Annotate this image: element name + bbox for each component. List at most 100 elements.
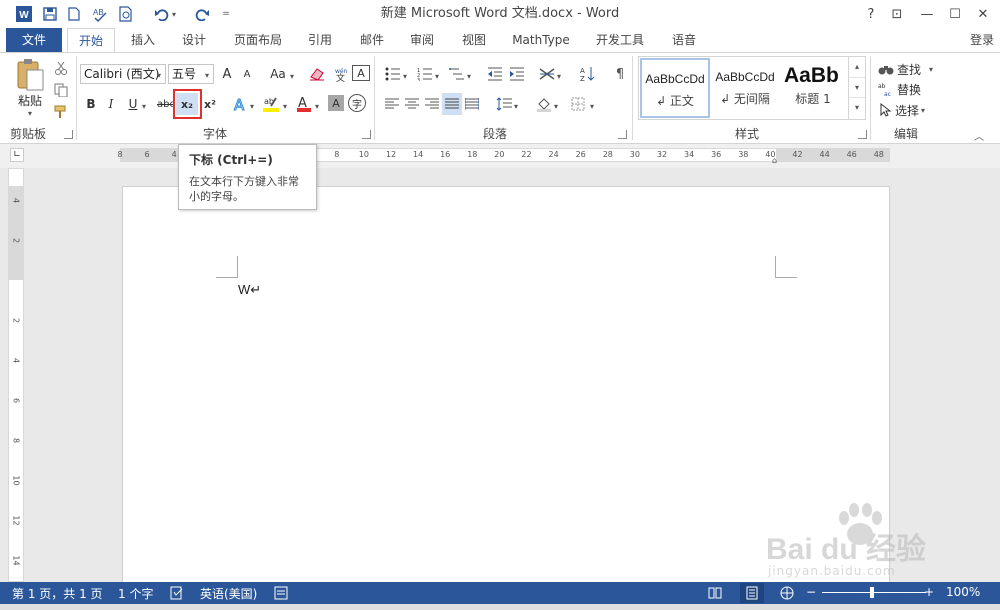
maximize-button[interactable]: ☐ <box>942 4 968 24</box>
style-no-spacing[interactable]: AaBbCcDd ↲ 无间隔 <box>710 58 780 118</box>
font-name-combo[interactable]: Calibri (西文) <box>80 64 166 84</box>
zoom-out-button[interactable]: − <box>806 585 816 599</box>
shading-dropdown-icon[interactable]: ▾ <box>554 98 558 112</box>
styles-down-icon[interactable]: ▾ <box>849 77 865 97</box>
help-button[interactable]: ? <box>858 4 884 24</box>
paste-dropdown-icon[interactable]: ▾ <box>14 109 46 118</box>
font-launcher-icon[interactable] <box>362 130 371 139</box>
sort-icon[interactable]: AZ <box>578 63 598 85</box>
justify-icon[interactable] <box>442 93 462 115</box>
multilevel-list-icon[interactable] <box>446 63 468 85</box>
align-right-icon[interactable] <box>422 93 442 115</box>
align-left-icon[interactable] <box>382 93 402 115</box>
underline-button[interactable]: U <box>124 93 142 115</box>
replace-button[interactable]: ab ac 替换 <box>878 78 942 100</box>
print-preview-icon[interactable] <box>116 5 136 23</box>
zoom-in-button[interactable]: + <box>924 585 934 599</box>
chinese-layout-dropdown-icon[interactable]: ▾ <box>557 68 561 82</box>
format-painter-icon[interactable] <box>52 101 70 123</box>
cut-icon[interactable] <box>52 57 70 79</box>
chinese-layout-icon[interactable] <box>536 63 558 85</box>
char-shading-button[interactable]: A <box>328 95 344 111</box>
read-mode-icon[interactable] <box>708 586 722 600</box>
line-spacing-dropdown-icon[interactable]: ▾ <box>514 98 518 112</box>
style-heading-1[interactable]: AaBb 标题 1 <box>780 58 846 118</box>
multilevel-dropdown-icon[interactable]: ▾ <box>467 68 471 82</box>
superscript-button[interactable]: x² <box>200 93 220 115</box>
login-link[interactable]: 登录 <box>964 28 1000 52</box>
proofing-icon[interactable] <box>170 586 184 600</box>
right-indent-marker-icon[interactable]: ⌂ <box>772 156 777 165</box>
macro-record-icon[interactable] <box>274 586 288 600</box>
numbering-icon[interactable]: 123 <box>414 63 436 85</box>
print-layout-icon[interactable] <box>740 583 764 603</box>
underline-dropdown-icon[interactable]: ▾ <box>142 98 146 112</box>
font-color-icon[interactable]: A <box>294 93 314 115</box>
font-name-dropdown-icon[interactable]: ▾ <box>157 67 161 81</box>
collapse-ribbon-icon[interactable]: ︿ <box>974 128 984 143</box>
tab-layout[interactable]: 页面布局 <box>226 28 290 52</box>
paste-button[interactable]: 粘贴 ▾ <box>14 58 50 118</box>
increase-indent-icon[interactable] <box>506 63 528 85</box>
select-button[interactable]: 选择 ▾ <box>878 99 942 121</box>
tab-mathtype[interactable]: MathType <box>506 28 576 52</box>
font-size-dropdown-icon[interactable]: ▾ <box>205 67 209 81</box>
style-normal[interactable]: AaBbCcDd ↲ 正文 <box>640 58 710 118</box>
save-icon[interactable] <box>40 5 60 23</box>
grow-font-button[interactable]: A <box>218 63 236 85</box>
select-dropdown-icon[interactable]: ▾ <box>921 106 925 115</box>
new-document-icon[interactable] <box>64 5 84 23</box>
close-button[interactable]: ✕ <box>970 4 996 24</box>
find-button[interactable]: 查找 ▾ <box>878 58 942 80</box>
zoom-slider-thumb[interactable] <box>870 587 874 598</box>
tab-review[interactable]: 审阅 <box>402 28 442 52</box>
highlight-dropdown-icon[interactable]: ▾ <box>283 98 287 112</box>
bold-button[interactable]: B <box>82 93 100 115</box>
tab-insert[interactable]: 插入 <box>124 28 162 52</box>
tab-home[interactable]: 开始 <box>67 28 115 53</box>
tab-selector-icon[interactable]: ∟ <box>10 148 24 162</box>
phonetic-guide-icon[interactable]: wén 文 <box>330 63 352 85</box>
word-logo-icon[interactable]: W <box>14 5 34 23</box>
italic-button[interactable]: I <box>102 93 120 115</box>
align-center-icon[interactable] <box>402 93 422 115</box>
styles-more-icon[interactable]: ▾ <box>849 97 865 117</box>
paragraph-launcher-icon[interactable] <box>618 130 627 139</box>
tab-references[interactable]: 引用 <box>300 28 340 52</box>
clear-formatting-icon[interactable] <box>306 63 328 85</box>
show-marks-icon[interactable]: ¶ <box>610 63 630 85</box>
text-effects-icon[interactable]: A <box>230 93 250 115</box>
numbering-dropdown-icon[interactable]: ▾ <box>435 68 439 82</box>
spelling-check-icon[interactable]: AB <box>90 5 110 23</box>
shading-icon[interactable] <box>534 93 554 115</box>
decrease-indent-icon[interactable] <box>484 63 506 85</box>
minimize-button[interactable]: — <box>914 4 940 24</box>
change-case-button[interactable]: Aa <box>266 63 290 85</box>
ribbon-display-button[interactable]: ⊡ <box>884 4 910 24</box>
char-border-button[interactable]: A <box>352 65 370 81</box>
customize-qat-icon[interactable]: = <box>216 5 236 23</box>
web-layout-icon[interactable] <box>780 586 794 600</box>
distributed-icon[interactable] <box>462 93 482 115</box>
change-case-dropdown-icon[interactable]: ▾ <box>290 68 294 82</box>
redo-icon[interactable] <box>192 5 212 23</box>
tab-view[interactable]: 视图 <box>454 28 494 52</box>
tab-developer[interactable]: 开发工具 <box>588 28 652 52</box>
tab-file[interactable]: 文件 <box>6 28 62 52</box>
document-text[interactable]: W↵ <box>238 282 261 298</box>
font-color-dropdown-icon[interactable]: ▾ <box>315 98 319 112</box>
enclose-characters-button[interactable]: 字 <box>348 94 366 112</box>
shrink-font-button[interactable]: A <box>238 63 256 85</box>
page-count[interactable]: 第 1 页，共 1 页 <box>12 585 103 602</box>
tab-language[interactable]: 语音 <box>664 28 704 52</box>
borders-dropdown-icon[interactable]: ▾ <box>590 98 594 112</box>
clipboard-launcher-icon[interactable] <box>64 130 73 139</box>
zoom-level[interactable]: 100% <box>946 585 980 599</box>
language-status[interactable]: 英语(美国) <box>200 585 257 602</box>
borders-icon[interactable] <box>568 93 588 115</box>
bullets-icon[interactable] <box>382 63 404 85</box>
line-spacing-icon[interactable] <box>494 93 514 115</box>
highlight-color-icon[interactable]: ab <box>260 93 282 115</box>
find-dropdown-icon[interactable]: ▾ <box>929 65 933 74</box>
word-count[interactable]: 1 个字 <box>118 585 153 602</box>
